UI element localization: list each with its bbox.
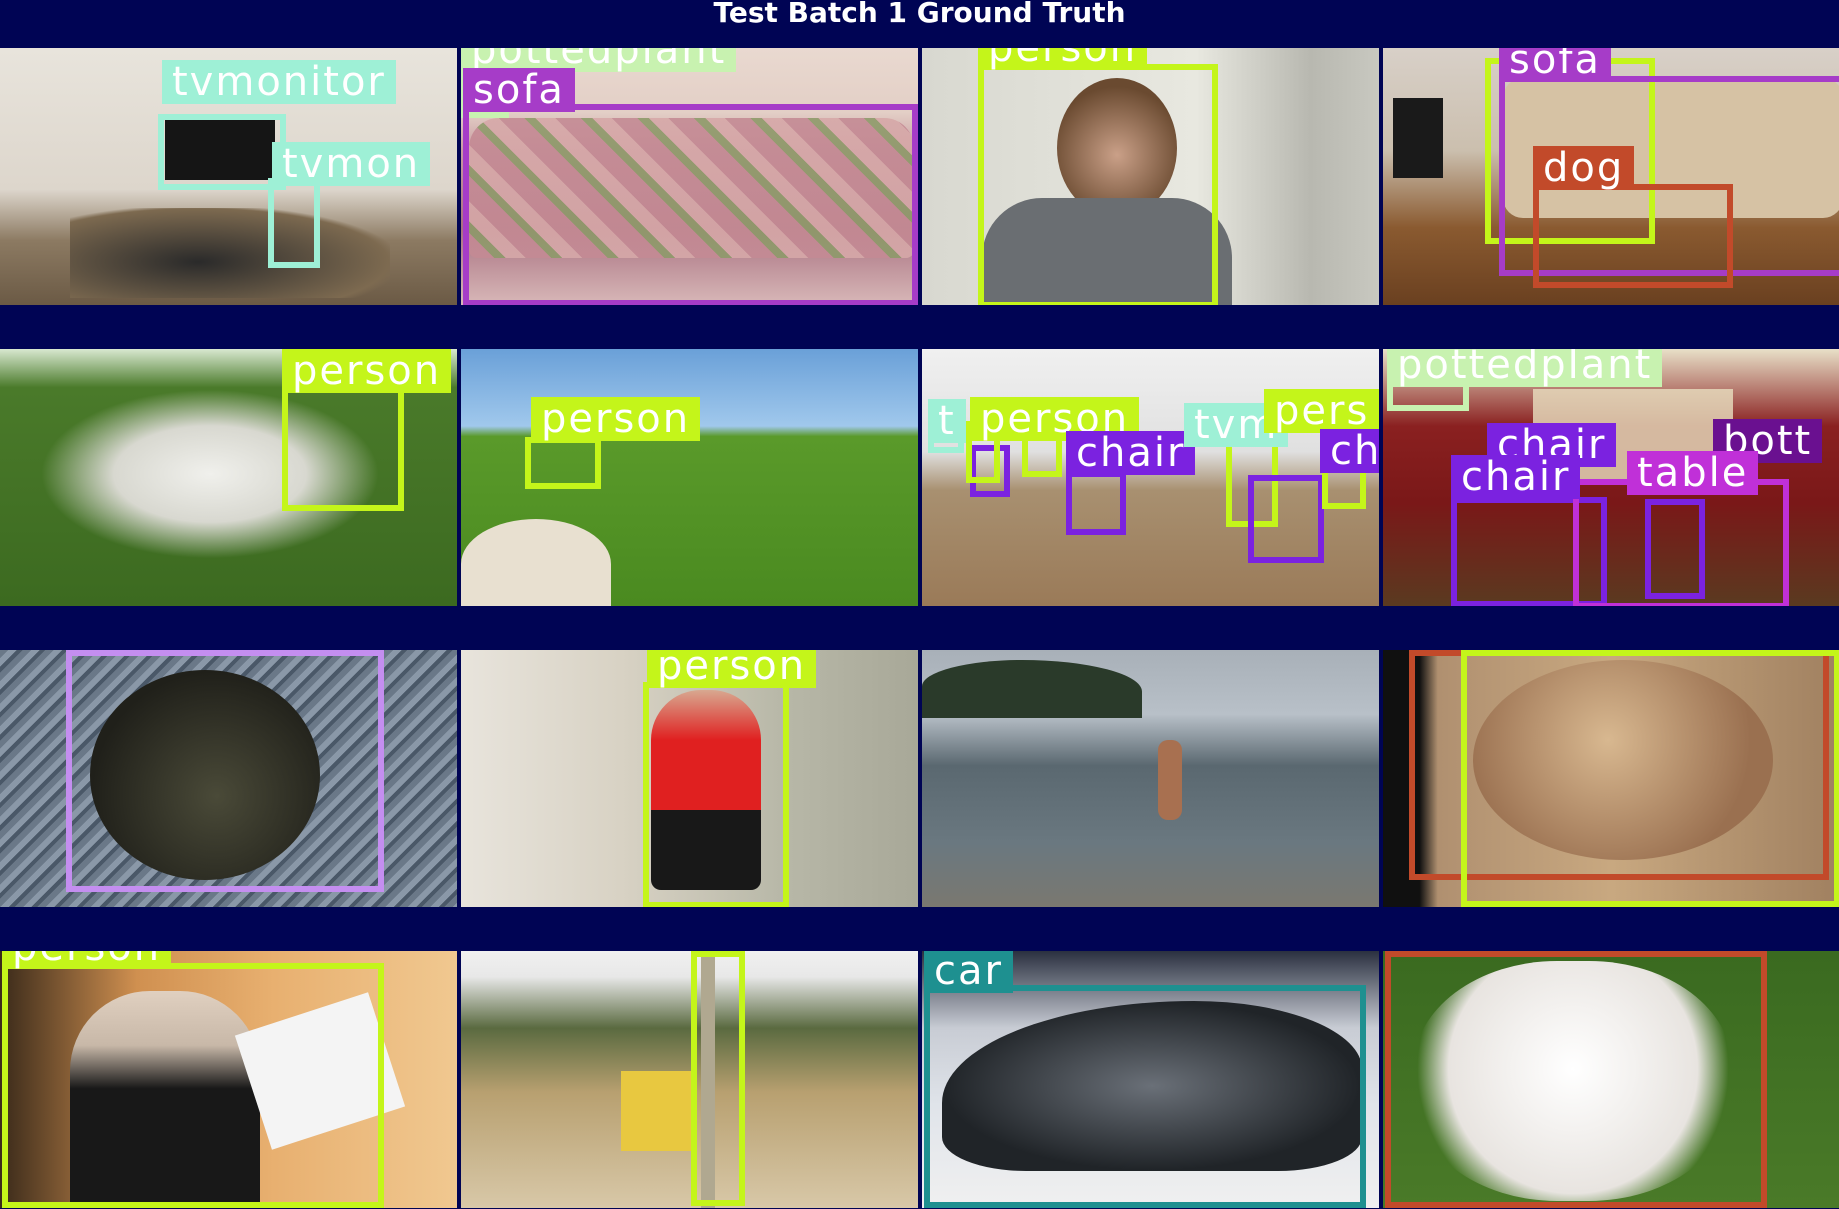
bbox-person (1461, 650, 1839, 907)
label-sofa: sofa (463, 68, 575, 112)
clutter-shape (70, 208, 390, 298)
tile-12 (1383, 650, 1839, 907)
bbox-person (525, 437, 601, 489)
bbox-chair-3 (1248, 475, 1324, 563)
bbox-tvmonitor-2 (268, 178, 320, 268)
label-pottedplant: pottedplant (1387, 349, 1663, 387)
label-person: person (978, 48, 1148, 70)
speaker-shape (1393, 98, 1443, 178)
label-table: table (1627, 451, 1759, 495)
horse-ear-shape (461, 519, 611, 606)
figure-title: Test Batch 1 Ground Truth (713, 0, 1126, 29)
label-chair: chair (1066, 431, 1196, 475)
tile-4: sofa dog (1383, 48, 1839, 305)
label-chair-2: chair (1451, 455, 1581, 499)
bbox-tvmonitor-1 (158, 114, 286, 190)
bbox-person (282, 387, 404, 511)
image-grid: tvmonitor tvmon pottedplant sofa person … (0, 48, 1839, 1209)
bbox-car (924, 985, 1366, 1208)
sign-shape (621, 1071, 693, 1151)
label-person: person (2, 951, 172, 969)
tile-11 (922, 650, 1379, 907)
tile-15: car (922, 951, 1379, 1208)
tile-14 (461, 951, 918, 1208)
bbox-chair-2 (1645, 499, 1705, 599)
label-person: person (282, 349, 452, 393)
runner-shape (1158, 740, 1182, 820)
bbox-sofa (463, 104, 918, 305)
bbox-person (691, 951, 745, 1206)
tile-16 (1383, 951, 1839, 1208)
label-dog: dog (1533, 146, 1635, 190)
label-person: person (647, 650, 817, 688)
bbox-dog (1533, 184, 1733, 288)
bbox-person (643, 682, 789, 907)
label-tvmonitor-short: t (928, 399, 966, 443)
tile-13: person (0, 951, 457, 1208)
tile-8: pottedplant chair bott chair table (1383, 349, 1839, 606)
tile-9 (0, 650, 457, 907)
label-pers: pers (1264, 389, 1379, 433)
bbox-dog (1385, 951, 1767, 1208)
bbox-chair-2 (1066, 471, 1126, 535)
bbox-cat (66, 650, 384, 892)
bbox-person (978, 64, 1218, 305)
tile-2: pottedplant sofa (461, 48, 918, 305)
tile-5: person (0, 349, 457, 606)
label-tvmon: tvmon (272, 142, 431, 186)
tile-3: person (922, 48, 1379, 305)
label-ch: ch (1320, 429, 1379, 473)
label-person: person (531, 397, 701, 441)
label-sofa: sofa (1499, 48, 1611, 82)
label-tvmonitor: tvmonitor (162, 60, 396, 104)
tile-1: tvmonitor tvmon (0, 48, 457, 305)
tile-7: t person chair tvm pers ch (922, 349, 1379, 606)
label-car: car (924, 951, 1013, 993)
tile-6: person (461, 349, 918, 606)
tile-10: person (461, 650, 918, 907)
bbox-person (2, 963, 384, 1208)
